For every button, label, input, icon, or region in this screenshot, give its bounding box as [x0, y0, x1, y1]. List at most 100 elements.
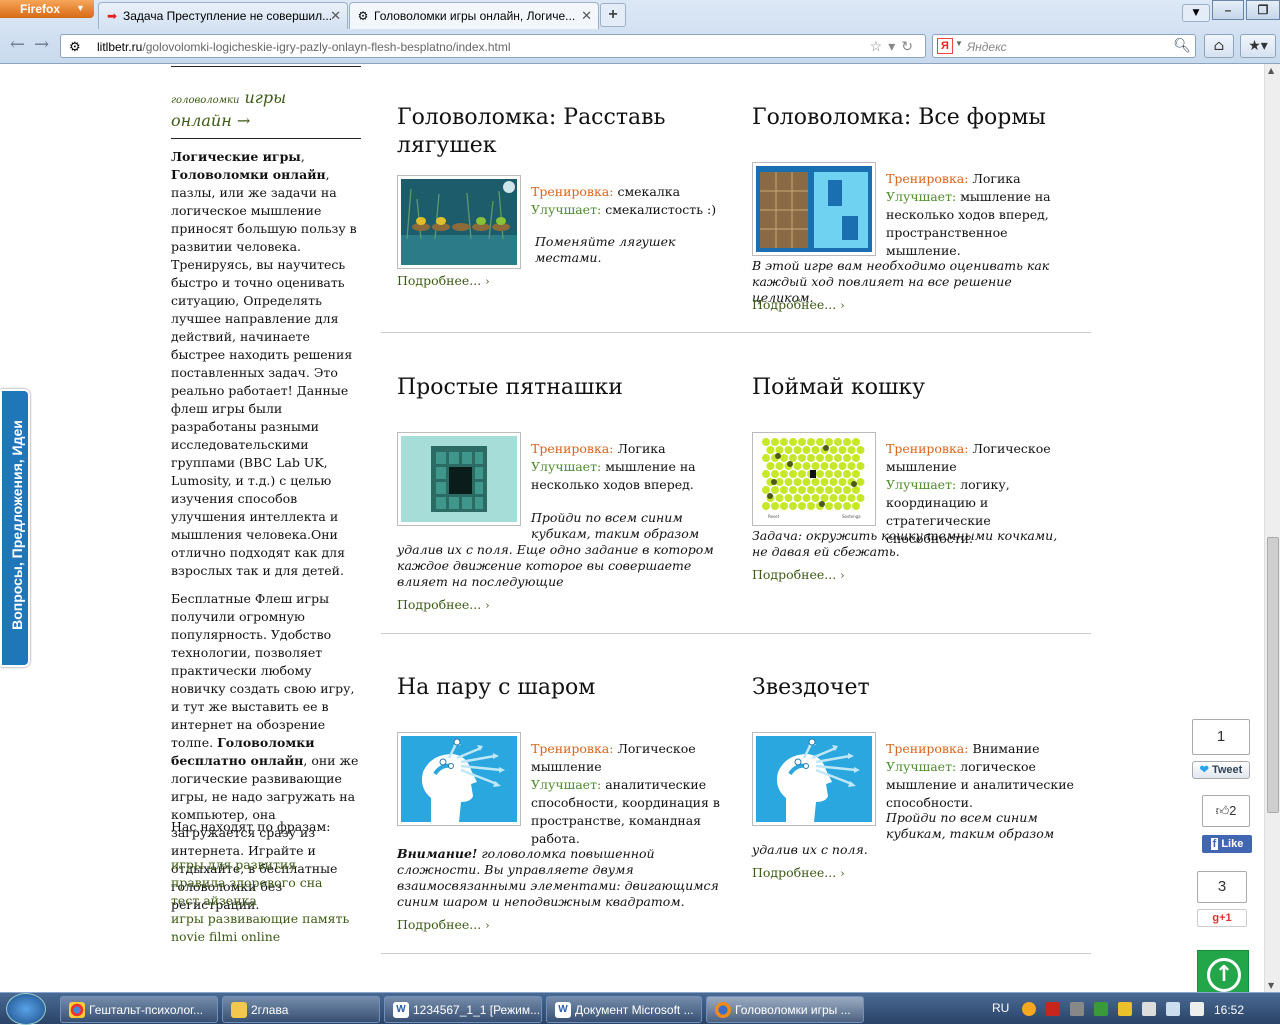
row-divider [381, 332, 1091, 333]
more-link-shapes[interactable]: Подробнее... › [752, 297, 845, 312]
new-tab-button[interactable]: + [600, 3, 626, 27]
browser-chrome: Firefox ▼ ➡ Задача Преступление не соверш… [0, 0, 1280, 64]
phrase-link[interactable]: тест айзенка [171, 892, 363, 910]
bookmarks-button[interactable]: ★▾ [1240, 34, 1276, 58]
red-arrow-icon: ➡ [106, 9, 118, 23]
history-dropdown-icon[interactable]: ▾ [888, 38, 901, 54]
hex-cell [843, 486, 851, 494]
bookmark-star-icon[interactable]: ☆ [870, 38, 889, 54]
game-thumbnail-frogs[interactable] [397, 175, 521, 269]
start-button[interactable] [6, 993, 46, 1025]
firefox-icon [715, 1002, 731, 1018]
vertical-scrollbar[interactable]: ▲ ▼ [1264, 64, 1280, 992]
game-thumbnail-ball[interactable] [397, 732, 521, 826]
reload-icon[interactable]: ↻ [901, 38, 919, 54]
sidebar-divider [171, 138, 361, 139]
tab-golovolomki[interactable]: ⚙ Головоломки игры онлайн, Логиче... ✕ [349, 2, 599, 29]
hex-cell [798, 470, 806, 478]
chevron-right-icon: › [840, 299, 845, 312]
game-title-ball[interactable]: На пару с шаром [397, 674, 697, 702]
address-bar[interactable]: ⚙ litlbetr.ru/golovolomki-logicheskie-ig… [60, 34, 926, 58]
minimize-button[interactable]: – [1212, 0, 1244, 20]
action-center-flag-icon[interactable] [1142, 1002, 1156, 1016]
home-button[interactable]: ⌂ [1204, 34, 1234, 58]
category-small-text: головоломки [171, 95, 240, 106]
hex-cell [802, 478, 811, 486]
clock[interactable]: 16:52 [1214, 1003, 1244, 1017]
more-link-stargazer[interactable]: Подробнее... › [752, 865, 845, 880]
taskbar-label: Головоломки игры ... [735, 1003, 851, 1017]
bold-keyword: Логические игры [171, 149, 301, 164]
hex-cell [807, 502, 815, 510]
game-desc-stargazer-inline: Пройди по всем синим кубикам, таким обра… [886, 810, 1055, 841]
more-link-frogs[interactable]: Подробнее... › [397, 273, 490, 288]
game-thumbnail-stargazer[interactable] [752, 732, 876, 826]
more-link-ball[interactable]: Подробнее... › [397, 917, 490, 932]
tools-icon[interactable] [1070, 1002, 1084, 1016]
star-tray-icon[interactable] [1118, 1002, 1132, 1016]
sidebar-paragraph-1: Логические игры, Головоломки онлайн, паз… [171, 148, 363, 580]
acrobat-icon[interactable] [1046, 1002, 1060, 1016]
more-link-catch-cat[interactable]: Подробнее... › [752, 567, 845, 582]
phrase-link[interactable]: игры развивающие память [171, 910, 363, 928]
hex-cell [852, 438, 860, 446]
forward-arrow-icon[interactable]: → [34, 35, 49, 55]
game-thumbnail-15puzzle[interactable] [397, 432, 521, 526]
twitter-bird-icon: ❤︎ [1199, 764, 1209, 776]
taskbar-item-word-1[interactable]: W 1234567_1_1 [Режим... [384, 996, 542, 1023]
15puzzle-thumbnail-image [401, 436, 517, 522]
phrase-link[interactable]: правила здорового сна [171, 874, 363, 892]
facebook-like-button[interactable]: f Like [1202, 835, 1252, 853]
phrase-link[interactable]: игры для развития [171, 856, 363, 874]
feedback-tab[interactable]: Вопросы, Предложения, Идеи [0, 389, 30, 667]
row-divider [381, 953, 1091, 954]
game-thumbnail-catch-cat[interactable]: Reset Sostenga [752, 432, 876, 526]
back-arrow-icon[interactable]: ← [10, 35, 25, 55]
search-box[interactable]: Я ▼ Яндекс 🔍︎ [932, 34, 1196, 58]
scroll-down-arrow-icon[interactable]: ▼ [1268, 981, 1274, 990]
scrollbar-thumb[interactable] [1267, 537, 1279, 813]
list-all-tabs-button[interactable]: ▼ [1182, 4, 1210, 22]
nvidia-icon[interactable] [1094, 1002, 1108, 1016]
taskbar-item-folder[interactable]: 2глава [222, 996, 380, 1023]
network-icon[interactable] [1166, 1002, 1180, 1016]
hex-cell [838, 446, 847, 454]
search-icon[interactable]: 🔍︎ [1173, 37, 1191, 54]
search-engine-dropdown-icon[interactable]: ▼ [955, 39, 963, 48]
hex-cell [847, 446, 856, 454]
game-title-stargazer[interactable]: Звездочет [752, 674, 1082, 702]
volume-icon[interactable] [1190, 1002, 1204, 1016]
update-icon[interactable] [1022, 1002, 1036, 1016]
site-identity-icon[interactable]: ⚙ [69, 39, 81, 55]
category-link[interactable]: головоломки игры онлайн → [171, 88, 363, 131]
taskbar-item-firefox[interactable]: Головоломки игры ... [706, 996, 864, 1023]
game-title-shapes[interactable]: Головоломка: Все формы [752, 104, 1082, 132]
gplus-button[interactable]: g+1 [1197, 909, 1247, 927]
phrase-link[interactable]: novie filmi online [171, 928, 363, 946]
chevron-right-icon: › [840, 867, 845, 880]
home-icon: ⌂ [1213, 38, 1225, 54]
firefox-menu-button[interactable]: Firefox ▼ [0, 0, 94, 18]
hex-cell [780, 470, 788, 478]
close-tab-icon[interactable]: ✕ [330, 8, 341, 24]
game-title-frogs[interactable]: Головоломка: Расставь лягушек [397, 104, 697, 160]
language-indicator[interactable]: RU [992, 1001, 1009, 1015]
game-title-15puzzle[interactable]: Простые пятнашки [397, 374, 697, 402]
game-desc-frogs: Поменяйте лягушек местами. [535, 234, 676, 265]
more-link-15puzzle[interactable]: Подробнее... › [397, 597, 490, 612]
tweet-button[interactable]: ❤︎ Tweet [1192, 761, 1250, 779]
maximize-button[interactable]: ❐ [1246, 0, 1280, 20]
improves-value: смекалистость :) [605, 202, 717, 217]
improves-label: Улучшает: [531, 202, 602, 217]
scroll-to-top-button[interactable]: ↑ [1197, 950, 1249, 992]
game-title-catch-cat[interactable]: Поймай кошку [752, 374, 1082, 402]
game-info-shapes: Тренировка: Логика Улучшает: мышление на… [886, 170, 1076, 260]
taskbar-item-word-2[interactable]: W Документ Microsoft ... [546, 996, 702, 1023]
scroll-up-arrow-icon[interactable]: ▲ [1268, 66, 1274, 75]
game-desc-15puzzle: удалив их с поля. Еще одно задание в кот… [397, 542, 714, 589]
yandex-icon[interactable]: Я [937, 38, 953, 54]
game-thumbnail-shapes[interactable] [752, 162, 876, 256]
close-tab-icon[interactable]: ✕ [581, 8, 592, 24]
tab-zadacha[interactable]: ➡ Задача Преступление не совершил... ✕ [98, 2, 348, 29]
taskbar-item-chrome[interactable]: Гештальт-психолог... [60, 996, 218, 1023]
